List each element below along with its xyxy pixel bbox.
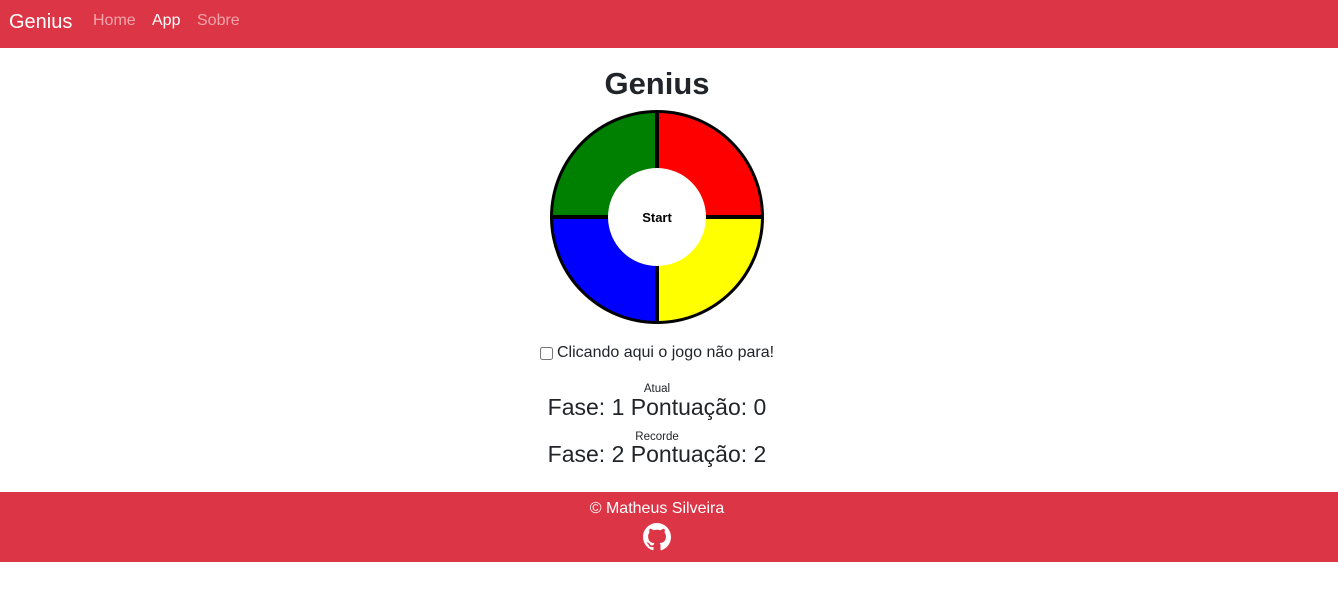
nav-link-app[interactable]: App xyxy=(152,11,180,31)
continuous-mode-label: Clicando aqui o jogo não para! xyxy=(557,344,775,361)
genius-board: Start xyxy=(549,109,765,325)
footer: © Matheus Silveira xyxy=(0,492,1338,562)
navbar: Genius Home App Sobre xyxy=(0,0,1338,48)
nav-link-sobre[interactable]: Sobre xyxy=(197,11,240,31)
nav-link-home[interactable]: Home xyxy=(93,11,136,31)
record-phase: Fase: 2 xyxy=(547,441,625,467)
record-score-line: Fase: 2 Pontuação: 2 xyxy=(0,440,1314,468)
current-phase: Fase: 1 xyxy=(547,394,625,420)
start-button[interactable]: Start xyxy=(608,168,706,266)
page-title: Genius xyxy=(604,66,710,101)
github-icon-svg xyxy=(643,523,671,551)
continuous-mode-checkbox[interactable] xyxy=(540,346,553,360)
footer-copyright: © Matheus Silveira xyxy=(589,500,725,517)
github-icon[interactable] xyxy=(643,523,671,551)
record-score: Pontuação: 2 xyxy=(630,441,767,467)
current-score: Pontuação: 0 xyxy=(630,394,767,420)
current-score-line: Fase: 1 Pontuação: 0 xyxy=(0,393,1314,421)
continuous-mode-option[interactable]: Clicando aqui o jogo não para! xyxy=(540,343,774,363)
navbar-brand[interactable]: Genius xyxy=(9,9,72,35)
